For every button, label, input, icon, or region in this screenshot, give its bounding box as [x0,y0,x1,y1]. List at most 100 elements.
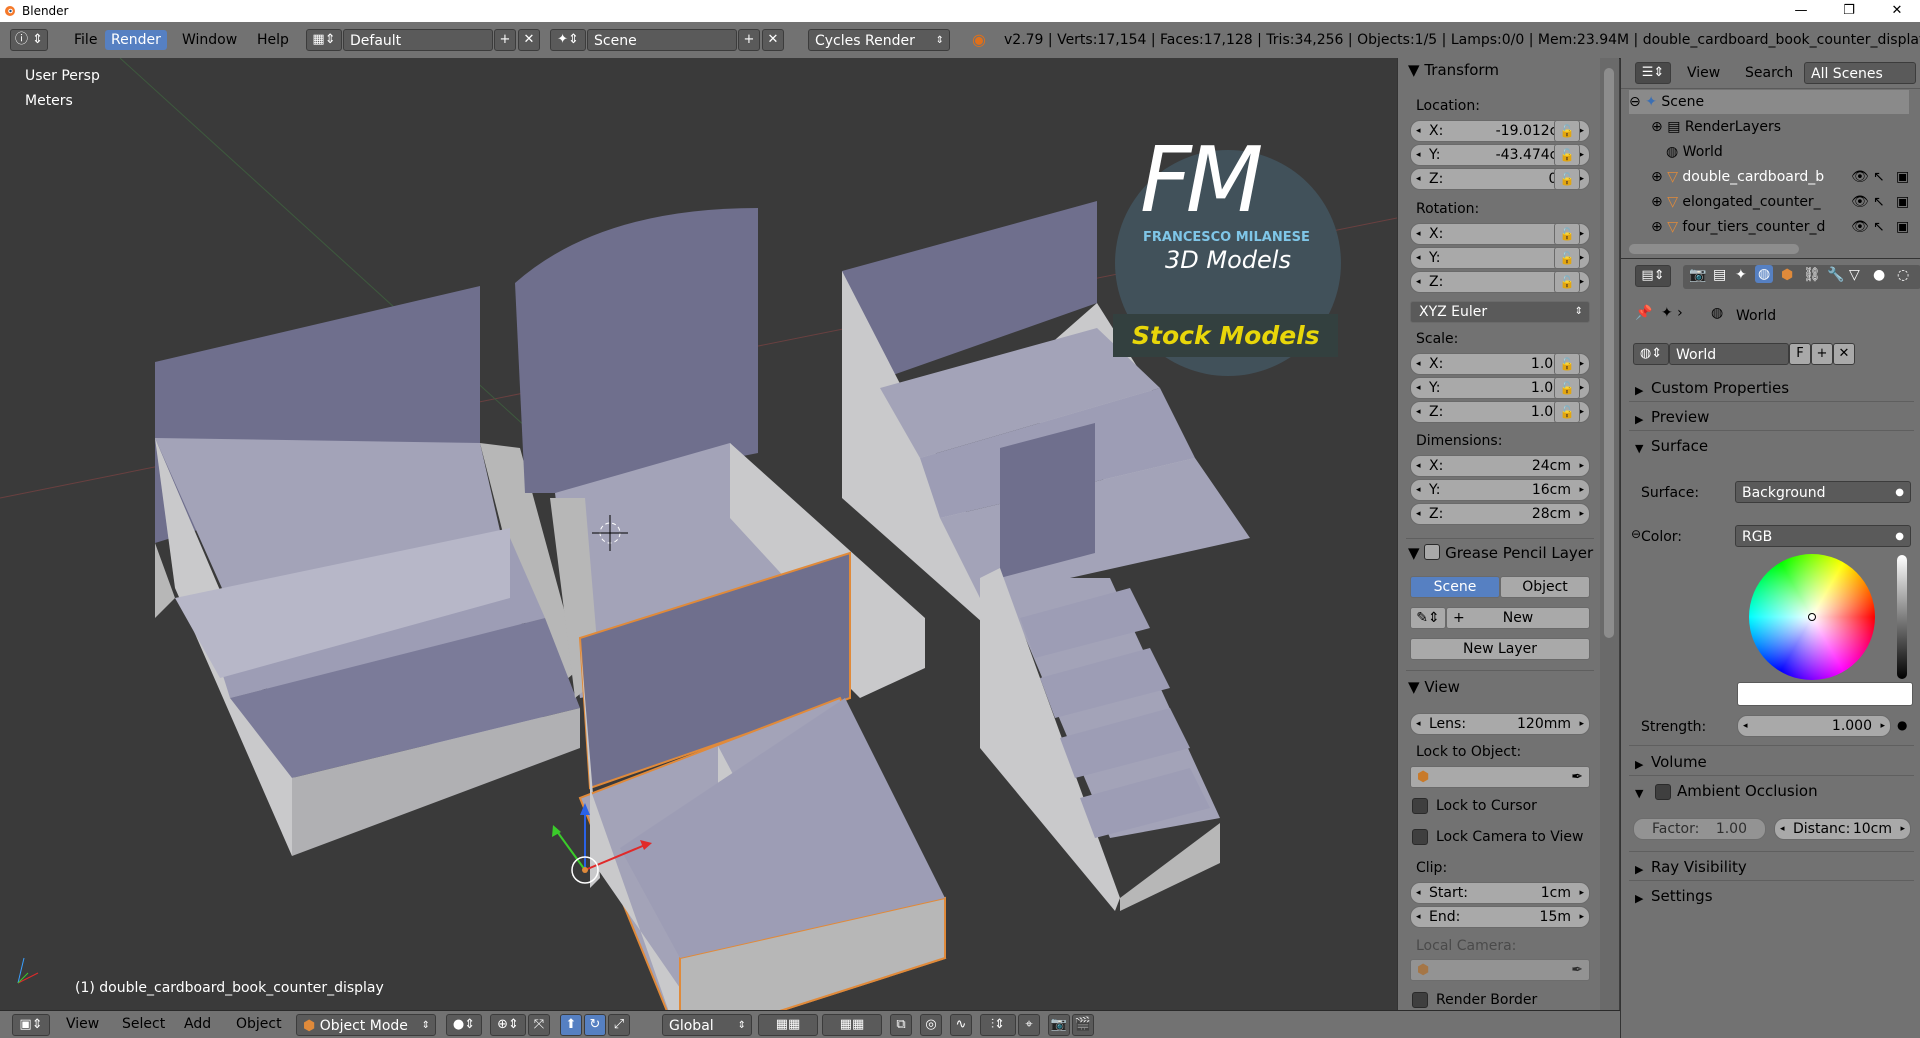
menu-file[interactable]: File [68,30,103,50]
lock-location-y-icon[interactable]: 🔓 [1554,144,1580,166]
custom-properties-header[interactable]: Custom Properties [1651,379,1789,397]
local-camera-field[interactable]: ⬢ ✒ [1410,959,1590,981]
3d-viewport[interactable]: User Persp Meters (1) double_cardboard_b… [0,58,1397,1010]
rotate-manipulator-icon[interactable]: ↻ [584,1014,606,1036]
proportional-falloff-icon[interactable]: ∿ [950,1014,972,1036]
dimensions-x-field[interactable]: ◂ X: 24cm ▸ [1410,455,1590,477]
lens-field[interactable]: ◂ Lens: 120mm ▸ [1410,713,1590,735]
surface-header[interactable]: Surface [1651,437,1708,455]
modifiers-tab-icon[interactable]: 🔧 [1827,267,1844,283]
lock-location-z-icon[interactable]: 🔓 [1554,168,1580,190]
menu-window[interactable]: Window [176,30,243,50]
lock-scale-z-icon[interactable]: 🔓 [1554,401,1580,423]
npanel-scrollbar[interactable] [1600,58,1619,1010]
scene-icon[interactable]: ✦⇕ [550,29,586,51]
manipulator-toggle-icon[interactable]: ⤧ [528,1014,550,1036]
gp-tab-object[interactable]: Object [1500,576,1590,598]
dimensions-z-field[interactable]: ◂ Z: 28cm ▸ [1410,503,1590,525]
scrollbar-thumb[interactable] [1604,68,1614,638]
outliner-menu-view[interactable]: View [1681,63,1726,83]
color-input-select[interactable]: RGB ● [1735,525,1911,547]
model-double-cardboard-left[interactable] [155,286,580,856]
ao-distance-field[interactable]: ◂ Distanc: 10cm ▸ [1774,818,1911,840]
ao-factor-field[interactable]: Factor: 1.00 [1633,818,1766,840]
render-engine-select[interactable]: Cycles Render ⇕ [808,29,950,51]
render-tab-icon[interactable]: 📷 [1689,267,1706,283]
render-camera-icon[interactable]: ▣ [1896,215,1909,239]
material-tab-icon[interactable]: ● [1873,267,1885,283]
outliner-display-filter[interactable]: All Scenes [1804,62,1916,84]
properties-editor-icon[interactable]: ▤⇕ [1635,265,1671,287]
pencil-icon[interactable]: ✎⇕ [1410,607,1446,629]
pivot-point-icon[interactable]: ⊕⇕ [490,1014,526,1036]
visibility-eye-icon[interactable]: 👁 [1851,165,1869,189]
constraints-tab-icon[interactable]: ⛓ [1803,267,1821,283]
snap-toggle-icon[interactable]: ⌖ [1018,1014,1040,1036]
interaction-mode-select[interactable]: ⬢ Object Mode ⇕ [296,1014,436,1036]
transform-orientation-select[interactable]: Global ⇕ [662,1014,752,1036]
outliner-item-scene[interactable]: ⊖ ✦ Scene [1629,90,1909,114]
menu-view[interactable]: View [66,1016,99,1032]
render-border-checkbox[interactable] [1412,992,1428,1008]
render-camera-icon[interactable]: ▣ [1896,165,1909,189]
fake-user-button[interactable]: F [1789,343,1811,365]
volume-header[interactable]: Volume [1651,753,1707,771]
select-cursor-icon[interactable]: ↖ [1873,190,1885,214]
lock-layers-icon[interactable]: ⧉ [890,1014,912,1036]
outliner-hscrollbar[interactable] [1629,244,1799,254]
unlink-color-icon[interactable]: ⊖ [1631,527,1641,541]
outliner-item-world[interactable]: ◍ World [1666,140,1920,164]
gp-new-layer-button[interactable]: New Layer [1410,638,1590,660]
color-value-slider[interactable] [1897,555,1907,679]
new-world-icon[interactable]: + [1811,343,1833,365]
settings-header[interactable]: Settings [1651,887,1713,905]
menu-add[interactable]: Add [184,1016,211,1032]
dimensions-y-field[interactable]: ◂ Y: 16cm ▸ [1410,479,1590,501]
rotation-mode-select[interactable]: XYZ Euler ⇕ [1410,301,1590,323]
gp-tab-scene[interactable]: Scene [1410,576,1500,598]
add-scene-icon[interactable]: + [738,29,760,51]
editor-type-3dview-icon[interactable]: ▣⇕ [12,1014,50,1036]
object-tab-icon[interactable]: ⬢ [1781,267,1793,283]
strength-field[interactable]: ◂ 1.000 ▸ [1737,715,1891,737]
grease-pencil-header[interactable]: ▼ Grease Pencil Layer [1408,542,1593,562]
physics-tab-icon[interactable]: ◌ [1897,267,1909,283]
world-name-field[interactable]: World [1669,343,1789,365]
screen-layout-field[interactable]: Default [343,29,493,51]
clip-end-field[interactable]: ◂ End: 15m ▸ [1410,906,1590,928]
data-tab-icon[interactable]: ▽ [1849,267,1860,283]
render-camera-icon[interactable]: ▣ [1896,190,1909,214]
outliner-item-double-cardboard[interactable]: ⊕ ▽ double_cardboard_b 👁 ↖ ▣ [1651,165,1920,189]
outliner-menu-search[interactable]: Search [1739,63,1799,83]
scene-field[interactable]: Scene [587,29,737,51]
minimize-button[interactable]: — [1778,0,1824,22]
menu-select[interactable]: Select [122,1016,165,1032]
lock-to-cursor-checkbox[interactable] [1412,798,1428,814]
viewport-shading-icon[interactable]: ●⇕ [446,1014,482,1036]
delete-screen-icon[interactable]: ✕ [518,29,540,51]
screen-layout-icon[interactable]: ▦⇕ [306,29,342,51]
lock-scale-x-icon[interactable]: 🔓 [1554,353,1580,375]
select-cursor-icon[interactable]: ↖ [1873,215,1885,239]
scene-layers-b-icon[interactable]: ▦▦ [822,1014,882,1036]
outliner-item-four-tiers[interactable]: ⊕ ▽ four_tiers_counter_d 👁 ↖ ▣ [1651,215,1920,239]
lock-camera-checkbox[interactable] [1412,829,1428,845]
lock-location-x-icon[interactable]: 🔓 [1554,120,1580,142]
view-panel-header[interactable]: ▼ View [1408,678,1460,696]
renderlayers-tab-icon[interactable]: ▤ [1713,267,1726,283]
menu-render[interactable]: Render [105,30,167,50]
color-swatch[interactable] [1737,682,1913,706]
outliner-item-renderlayers[interactable]: ⊕ ▤ RenderLayers [1651,115,1920,139]
grease-pencil-checkbox[interactable] [1424,544,1441,560]
gp-new-button[interactable]: + New [1446,607,1590,629]
visibility-eye-icon[interactable]: 👁 [1851,190,1869,214]
editor-type-info-icon[interactable]: ⓘ ⇕ [10,29,48,51]
menu-help[interactable]: Help [251,30,295,50]
snap-element-icon[interactable]: ⫶⇕ [980,1014,1016,1036]
render-opengl-icon[interactable]: 📷 [1048,1014,1070,1036]
scene-breadcrumb-icon[interactable]: ✦ › [1661,305,1683,321]
maximize-button[interactable]: ❐ [1826,0,1872,22]
translate-manipulator-icon[interactable]: ⬆ [560,1014,582,1036]
scene-layers-a-icon[interactable]: ▦▦ [758,1014,818,1036]
world-browse-icon[interactable]: ◍⇕ [1633,343,1669,365]
